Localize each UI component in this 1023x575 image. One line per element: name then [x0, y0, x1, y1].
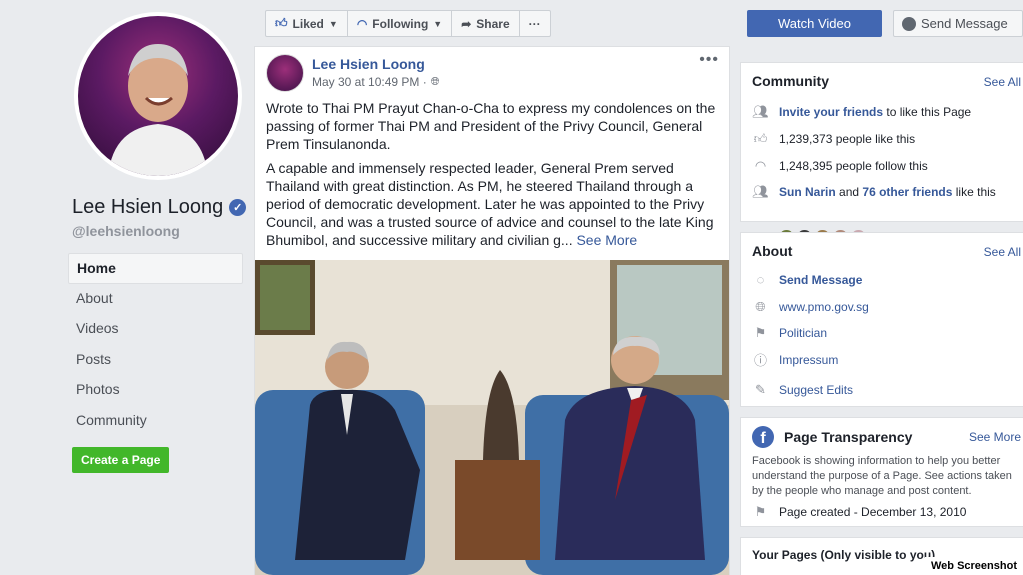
about-send-message-row: ◌ Send Message: [752, 271, 863, 288]
profile-photo: [78, 16, 238, 176]
website-link[interactable]: www.pmo.gov.sg: [779, 300, 869, 314]
post-timestamp: May 30 at 10:49 PM · 🌐︎: [312, 75, 440, 89]
watch-video-button[interactable]: Watch Video: [747, 10, 882, 37]
thumbs-up-icon: 👍︎: [275, 16, 288, 30]
page-created-text: Page created - December 13, 2010: [779, 504, 967, 519]
more-options-button[interactable]: ···: [520, 11, 550, 36]
flag-icon: ⚑: [754, 503, 767, 519]
website-row: 🌐︎ www.pmo.gov.sg: [752, 298, 869, 315]
liked-button[interactable]: 👍︎ Liked ▼: [266, 11, 348, 36]
watermark: Web Screenshot: [925, 557, 1023, 575]
rss-icon: ◠: [754, 157, 767, 173]
friend-and: and: [839, 184, 860, 199]
follows-count: 1,248,395 people follow this: [779, 158, 928, 173]
info-icon: ⓘ: [753, 353, 767, 368]
page-created-row: ⚑ Page created - December 13, 2010: [752, 503, 967, 520]
invite-text: Invite your friends to like this Page: [779, 105, 971, 119]
likes-count: 1,239,373 people like this: [779, 131, 916, 146]
following-button[interactable]: ◠ Following ▼: [348, 11, 453, 36]
caret-down-icon: ▼: [433, 18, 443, 29]
friend-rest: like this: [955, 184, 996, 199]
transparency-header: f Page Transparency: [752, 426, 912, 448]
friends-icon: 👥︎: [752, 183, 769, 199]
following-label: Following: [372, 16, 429, 31]
create-page-button[interactable]: Create a Page: [72, 447, 170, 473]
pencil-icon: ✎: [755, 381, 766, 397]
impressum-link[interactable]: Impressum: [779, 353, 838, 367]
invite-friends-row: 👥︎ Invite your friends to like this Page: [752, 103, 971, 120]
friend-name-link[interactable]: Sun Narin: [779, 185, 836, 199]
add-friend-icon: 👥︎: [752, 103, 769, 119]
post-body: Wrote to Thai PM Prayut Chan-o-Cha to ex…: [266, 99, 721, 255]
liked-label: Liked: [292, 16, 324, 31]
post-card: Lee Hsien Loong May 30 at 10:49 PM · 🌐︎ …: [254, 46, 730, 575]
post-photo[interactable]: [255, 260, 729, 575]
about-see-all-link[interactable]: See All: [984, 245, 1021, 259]
post-photo-image: [255, 260, 729, 575]
post-paragraph-1: Wrote to Thai PM Prayut Chan-o-Cha to ex…: [266, 100, 716, 152]
page-name-text: Lee Hsien Loong: [72, 196, 224, 218]
page-action-bar: 👍︎ Liked ▼ ◠ Following ▼ ➦ Share ···: [265, 10, 551, 37]
messenger-icon: [902, 16, 916, 31]
page-transparency-card: f Page Transparency See More Facebook is…: [740, 417, 1023, 527]
category-link[interactable]: Politician: [779, 326, 827, 340]
page-handle: @leehsienloong: [72, 223, 180, 239]
other-friends-link[interactable]: 76 other friends: [862, 185, 952, 199]
nav-about[interactable]: About: [68, 284, 243, 315]
about-title: About: [752, 243, 793, 259]
thumbs-up-icon: 👍︎: [753, 130, 768, 146]
friends-like-text: Sun Narin and 76 other friends like this: [779, 185, 996, 199]
category-row: ⚑ Politician: [752, 324, 827, 341]
impressum-row: ⓘ Impressum: [752, 351, 838, 369]
see-more-link[interactable]: See More: [576, 232, 637, 248]
community-title: Community: [752, 73, 829, 89]
post-author-name[interactable]: Lee Hsien Loong: [312, 56, 425, 72]
transparency-description: Facebook is showing information to help …: [752, 455, 1012, 497]
invite-rest: to like this Page: [886, 104, 972, 119]
community-see-all-link[interactable]: See All: [984, 75, 1021, 89]
about-card: About See All ◌ Send Message 🌐︎ www.pmo.…: [740, 232, 1023, 407]
share-label: Share: [476, 16, 510, 31]
transparency-see-more-link[interactable]: See More: [969, 430, 1021, 444]
likes-row: 👍︎ 1,239,373 people like this: [752, 130, 915, 147]
profile-picture[interactable]: [74, 12, 242, 180]
share-button[interactable]: ➦ Share: [452, 11, 520, 36]
nav-community[interactable]: Community: [68, 406, 243, 437]
post-options-icon[interactable]: •••: [699, 51, 719, 69]
about-send-message-link[interactable]: Send Message: [779, 273, 862, 287]
invite-friends-link[interactable]: Invite your friends: [779, 105, 883, 119]
transparency-title: Page Transparency: [784, 429, 913, 445]
globe-icon: 🌐︎: [430, 75, 440, 88]
your-pages-title: Your Pages (Only visible to you): [752, 548, 936, 562]
left-column: Lee Hsien Loong ✓ @leehsienloong Home Ab…: [0, 0, 254, 575]
friends-like-row: 👥︎ Sun Narin and 76 other friends like t…: [752, 183, 996, 200]
caret-down-icon: ▼: [328, 18, 338, 29]
post-author-avatar[interactable]: [266, 54, 304, 92]
suggest-edits-link[interactable]: Suggest Edits: [779, 383, 853, 397]
facebook-logo-icon: f: [752, 426, 774, 448]
suggest-edits-row: ✎ Suggest Edits: [752, 381, 853, 398]
send-message-button[interactable]: Send Message: [893, 10, 1023, 37]
page-nav: Home About Videos Posts Photos Community: [68, 253, 243, 436]
messenger-icon: ◌: [756, 272, 765, 287]
nav-home[interactable]: Home: [68, 253, 243, 284]
nav-videos[interactable]: Videos: [68, 314, 243, 345]
verified-badge-icon: ✓: [229, 199, 247, 216]
globe-icon: 🌐︎: [755, 298, 766, 314]
follows-row: ◠ 1,248,395 people follow this: [752, 157, 928, 174]
post-paragraph-2: A capable and immensely respected leader…: [266, 159, 721, 249]
nav-posts[interactable]: Posts: [68, 345, 243, 376]
share-arrow-icon: ➦: [461, 16, 472, 31]
post-time-text[interactable]: May 30 at 10:49 PM ·: [312, 75, 427, 89]
rss-icon: ◠: [356, 16, 368, 31]
send-message-label: Send Message: [921, 16, 1008, 31]
community-card: Community See All 👥︎ Invite your friends…: [740, 62, 1023, 245]
page-name: Lee Hsien Loong ✓: [72, 196, 247, 219]
nav-photos[interactable]: Photos: [68, 375, 243, 406]
flag-icon: ⚑: [754, 324, 767, 340]
post-paragraph-2-text: A capable and immensely respected leader…: [266, 160, 714, 248]
